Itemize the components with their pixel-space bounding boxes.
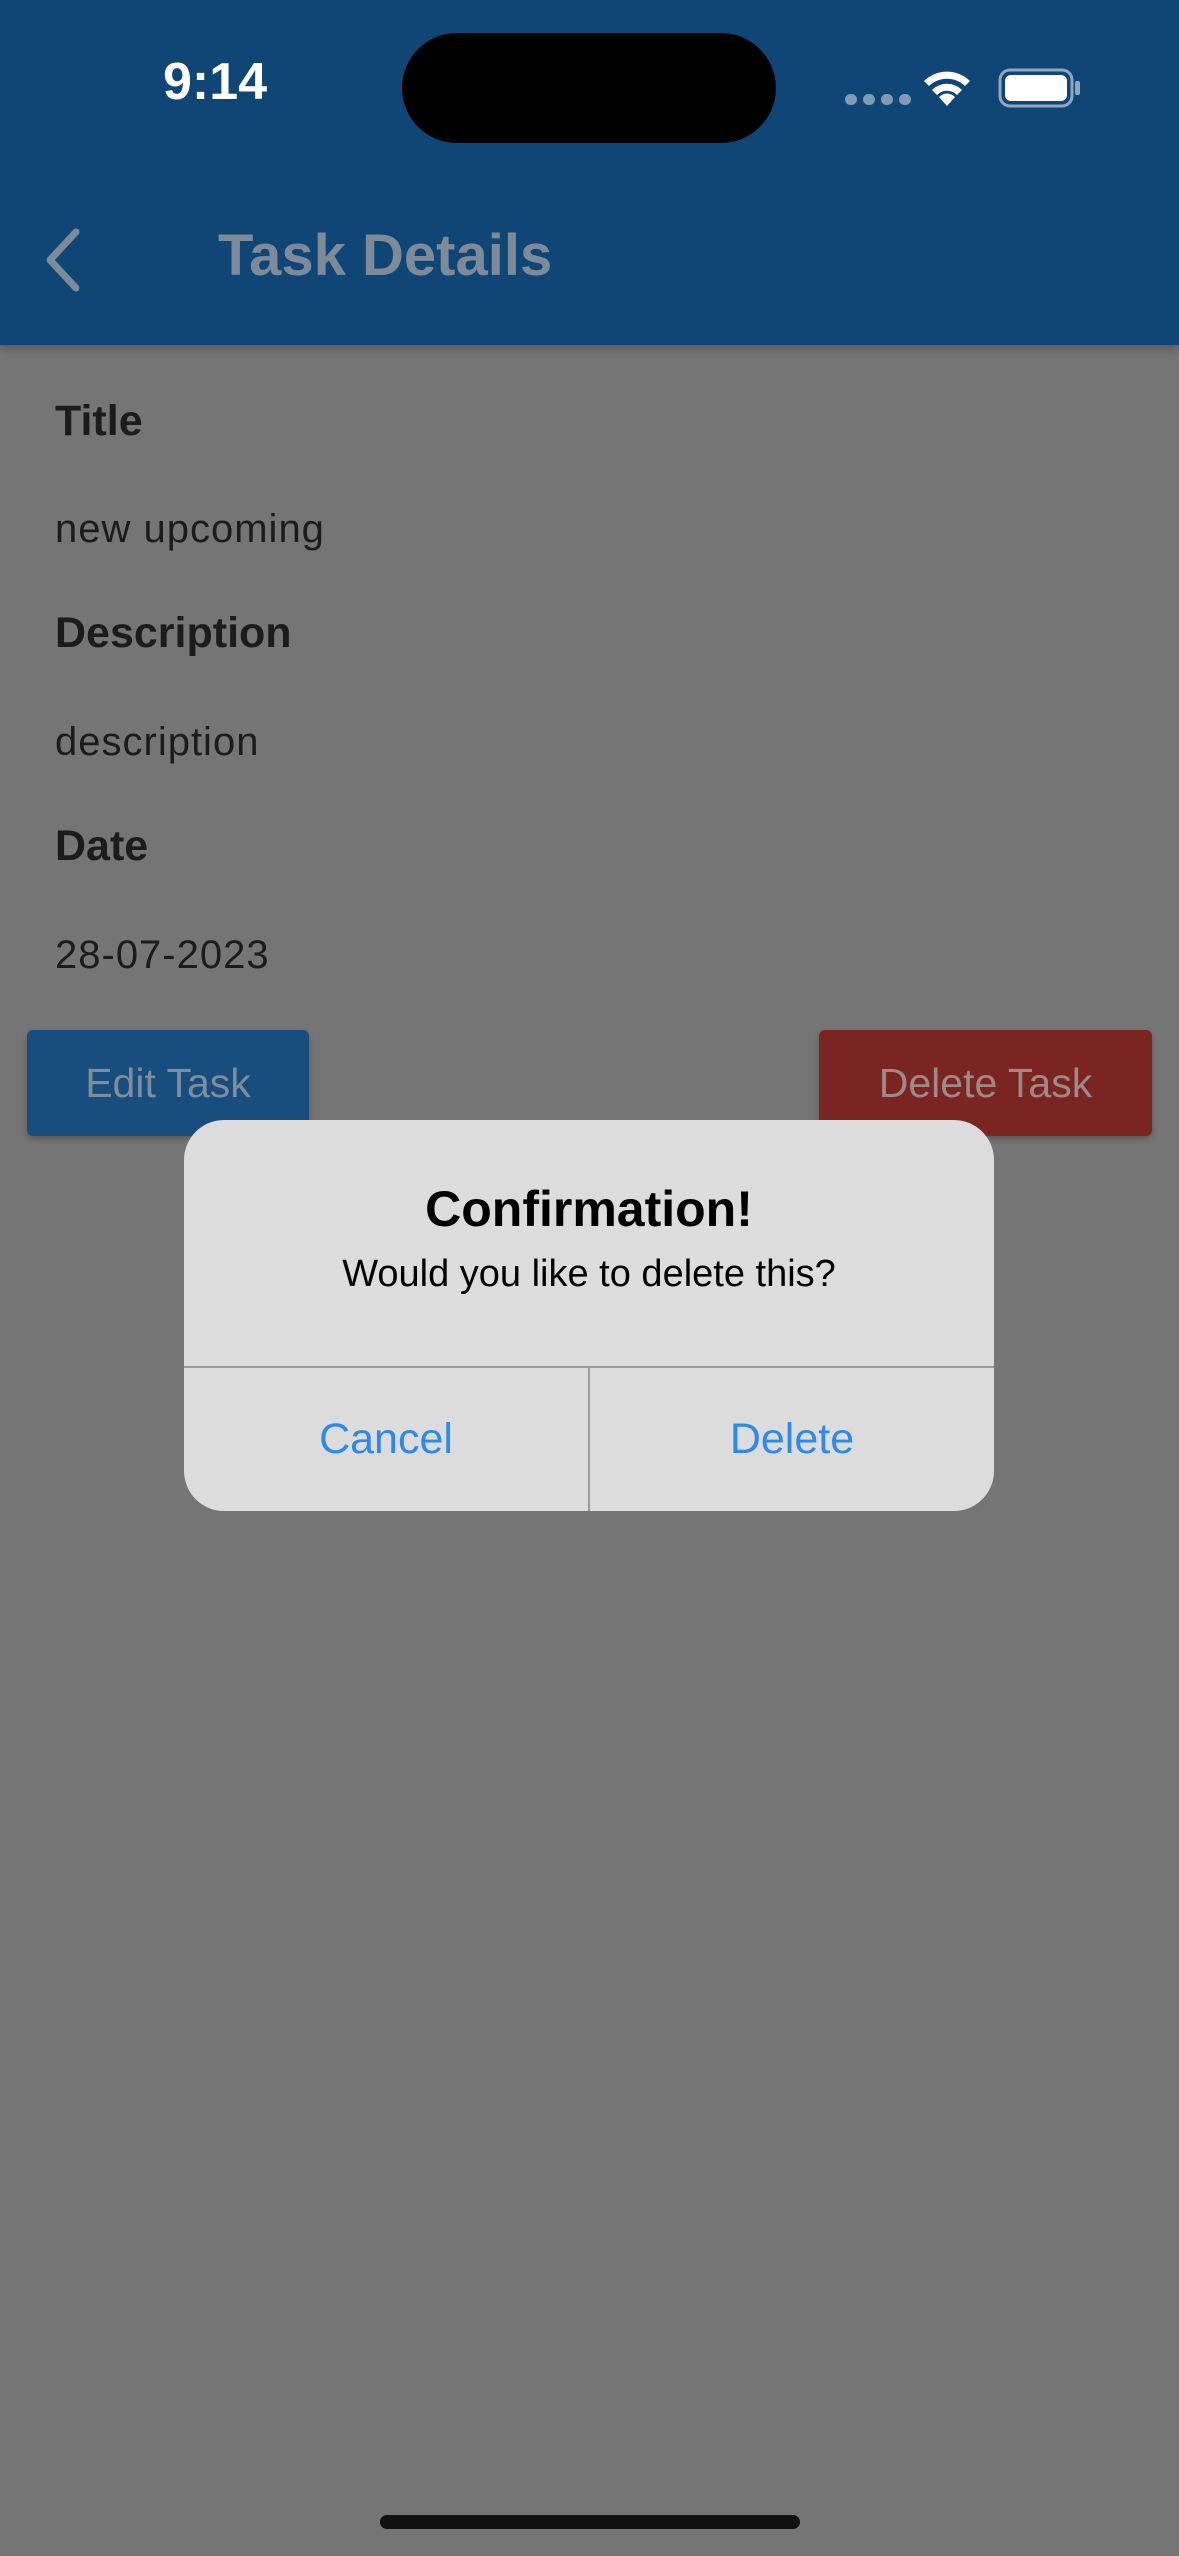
page-title: Task Details (218, 223, 553, 288)
date-value: 28-07-2023 (55, 933, 270, 977)
confirmation-dialog: Confirmation! Would you like to delete t… (184, 1120, 994, 1511)
description-label: Description (55, 609, 292, 657)
title-value: new upcoming (55, 507, 325, 551)
date-label: Date (55, 822, 149, 870)
battery-icon (998, 68, 1080, 108)
app-bar: 9:14 Task Details (0, 0, 1179, 345)
back-button[interactable] (36, 220, 96, 300)
wifi-icon (924, 71, 970, 106)
confirm-delete-button[interactable]: Delete (590, 1368, 994, 1511)
title-label: Title (55, 397, 143, 445)
description-value: description (55, 720, 260, 764)
dynamic-island (402, 33, 776, 143)
dialog-title: Confirmation! (425, 1181, 753, 1237)
cancel-button[interactable]: Cancel (184, 1368, 588, 1511)
dialog-message: Would you like to delete this? (342, 1253, 836, 1295)
home-indicator[interactable] (380, 2515, 800, 2529)
status-time: 9:14 (162, 53, 268, 111)
